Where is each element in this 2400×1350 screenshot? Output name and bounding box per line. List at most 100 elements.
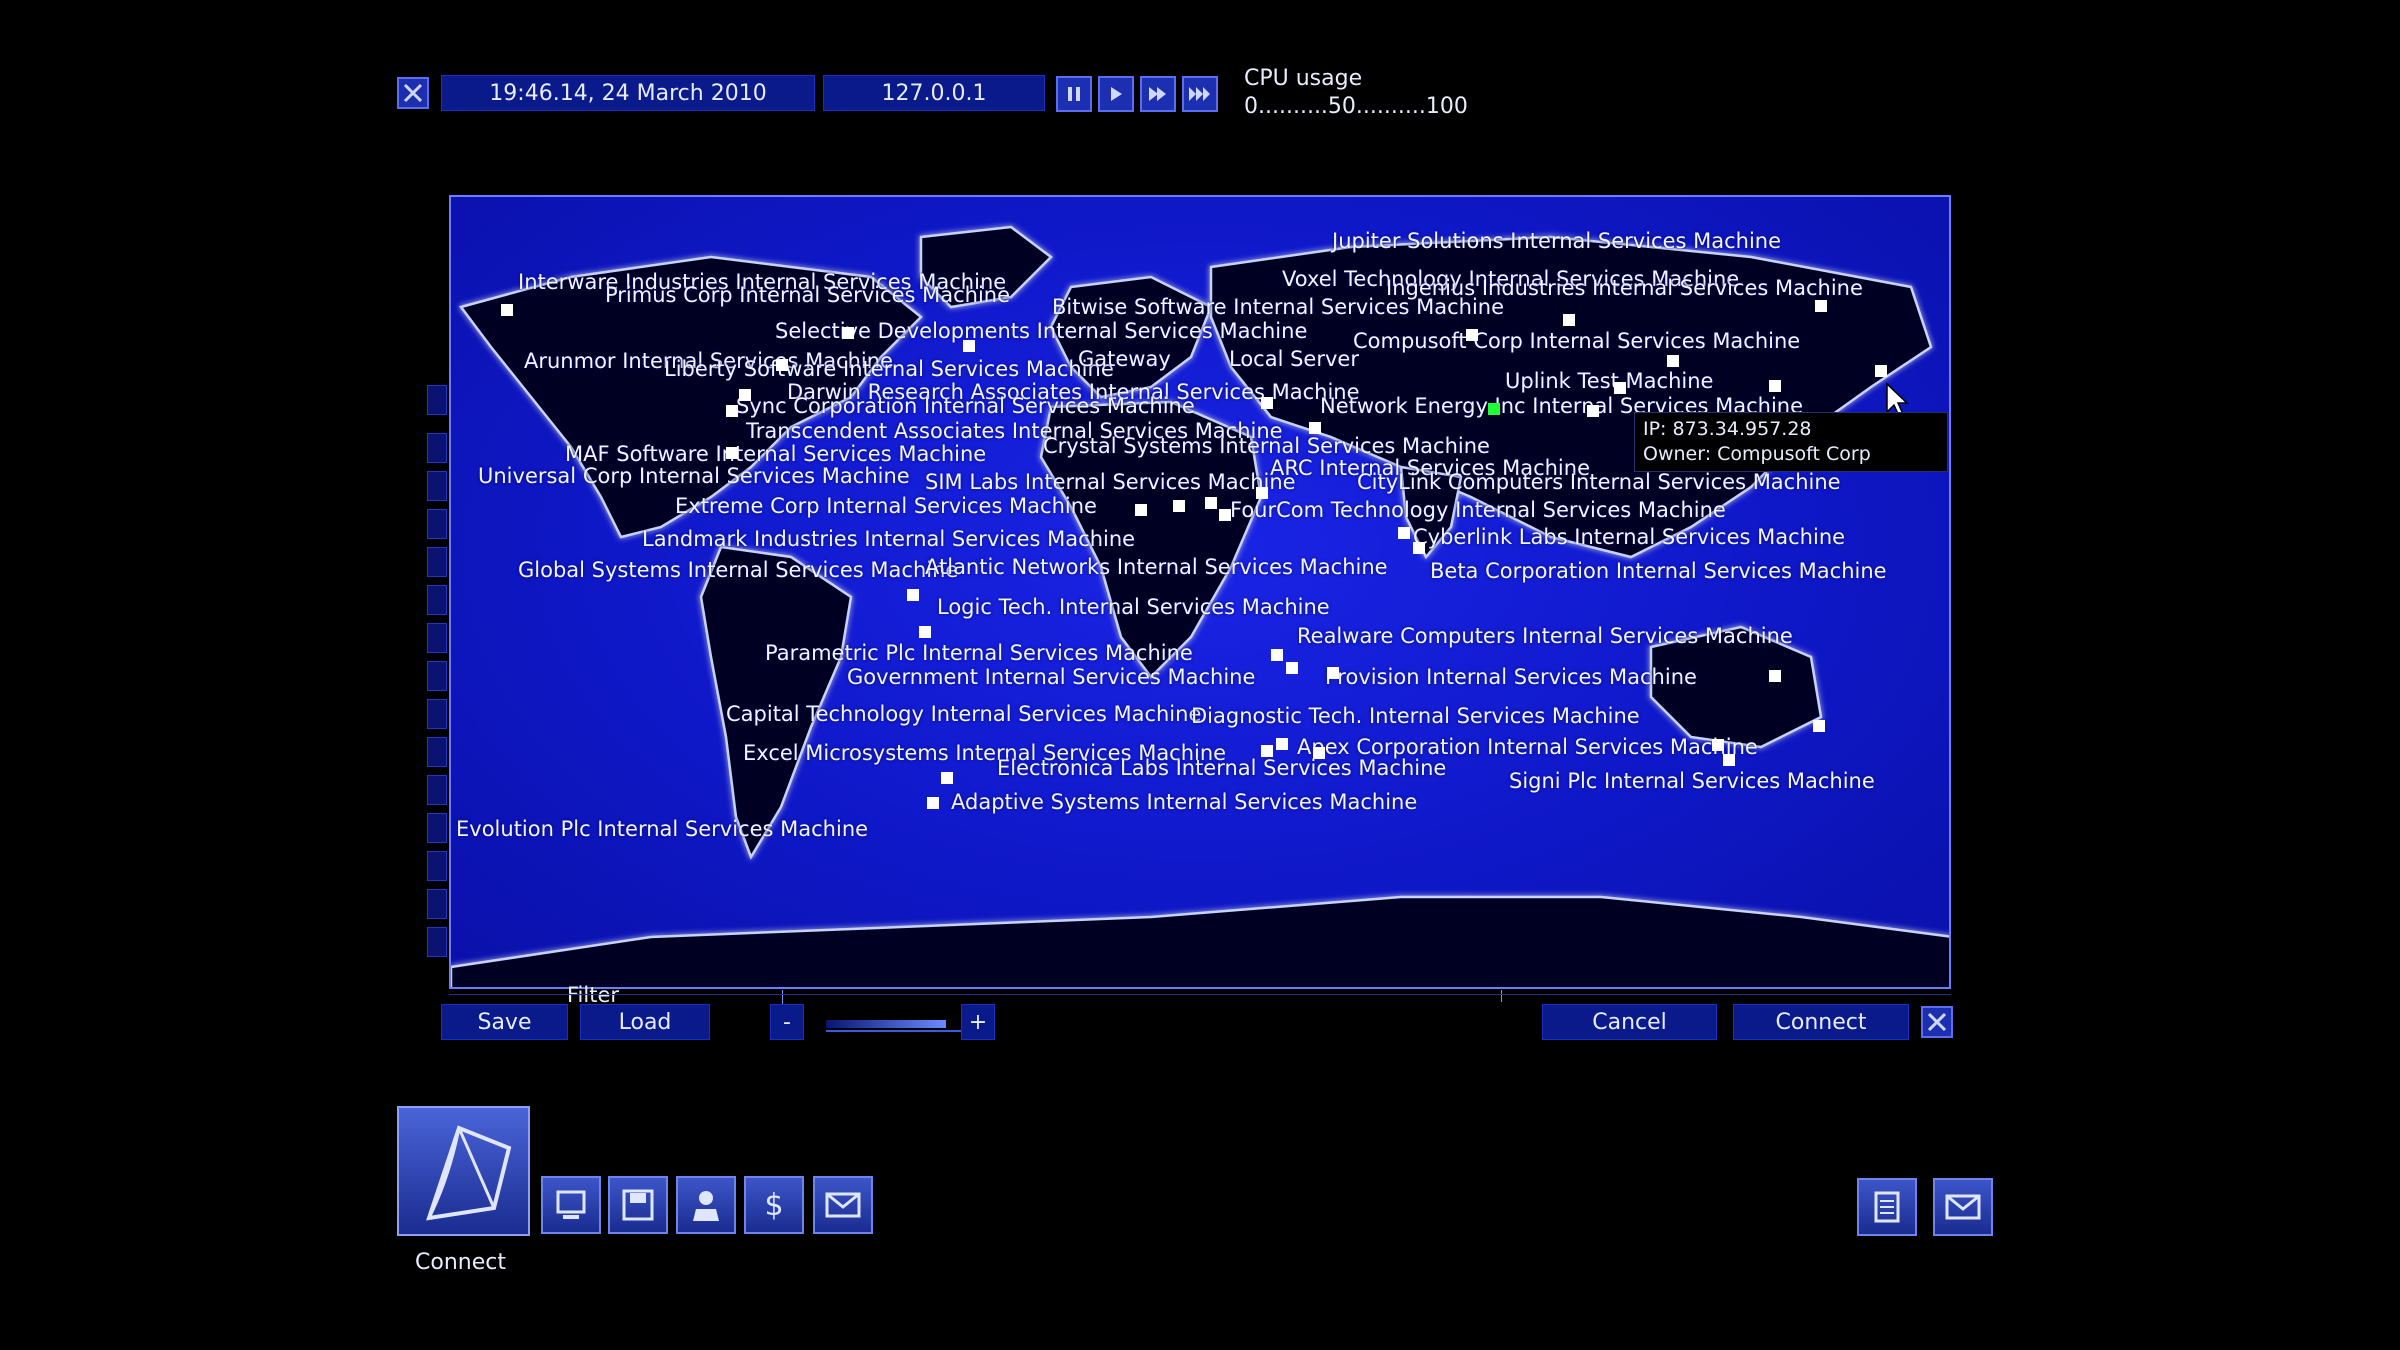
server-node[interactable] <box>1667 355 1679 367</box>
server-label[interactable]: Gateway <box>1078 347 1171 371</box>
server-node[interactable] <box>927 797 939 809</box>
server-node[interactable] <box>1205 497 1217 509</box>
world-map[interactable]: Jupiter Solutions Internal Services Mach… <box>449 195 1951 989</box>
side-tab[interactable] <box>427 585 447 615</box>
server-label[interactable]: Compusoft Corp Internal Services Machine <box>1353 329 1800 353</box>
side-tab[interactable] <box>427 737 447 767</box>
server-node[interactable] <box>1173 500 1185 512</box>
side-tab[interactable] <box>427 547 447 577</box>
side-tab[interactable] <box>427 509 447 539</box>
server-node[interactable] <box>726 447 738 459</box>
server-label[interactable]: Parametric Plc Internal Services Machine <box>765 641 1193 665</box>
server-label[interactable]: Provision Internal Services Machine <box>1325 665 1697 689</box>
play-icon[interactable] <box>1098 76 1134 112</box>
pause-icon[interactable] <box>1056 76 1092 112</box>
server-label[interactable]: Jupiter Solutions Internal Services Mach… <box>1332 229 1781 253</box>
mail-icon[interactable] <box>813 1176 873 1234</box>
server-label[interactable]: Beta Corporation Internal Services Machi… <box>1430 559 1887 583</box>
server-label[interactable]: Bitwise Software Internal Services Machi… <box>1052 295 1504 319</box>
server-node[interactable] <box>1219 509 1231 521</box>
connect-dish-icon[interactable] <box>397 1106 530 1236</box>
server-node[interactable] <box>1813 720 1825 732</box>
zoom-in-button[interactable]: + <box>961 1004 995 1040</box>
server-label[interactable]: Uplink Test Machine <box>1505 369 1713 393</box>
side-tab[interactable] <box>427 385 447 415</box>
server-label[interactable]: Cyberlink Labs Internal Services Machine <box>1413 525 1845 549</box>
server-label[interactable]: Diagnostic Tech. Internal Services Machi… <box>1191 704 1640 728</box>
server-label[interactable]: CityLink Computers Internal Services Mac… <box>1357 470 1841 494</box>
server-node[interactable] <box>1614 382 1626 394</box>
server-label[interactable]: Evolution Plc Internal Services Machine <box>456 817 868 841</box>
server-node[interactable] <box>1398 527 1410 539</box>
server-node[interactable] <box>1256 487 1268 499</box>
server-node[interactable] <box>963 340 975 352</box>
load-button[interactable]: Load <box>580 1004 710 1040</box>
server-label[interactable]: Local Server <box>1229 347 1359 371</box>
side-tab[interactable] <box>427 851 447 881</box>
server-label[interactable]: Selective Developments Internal Services… <box>775 319 1307 343</box>
side-tab[interactable] <box>427 699 447 729</box>
server-node[interactable] <box>1261 745 1273 757</box>
server-label[interactable]: Signi Plc Internal Services Machine <box>1509 769 1875 793</box>
save-button[interactable]: Save <box>441 1004 568 1040</box>
server-node[interactable] <box>1815 300 1827 312</box>
server-node[interactable] <box>1135 504 1147 516</box>
server-node[interactable] <box>1327 667 1339 679</box>
server-node[interactable] <box>1413 542 1425 554</box>
server-node[interactable] <box>1286 662 1298 674</box>
server-node[interactable] <box>1276 738 1288 750</box>
server-node[interactable] <box>1875 365 1887 377</box>
server-node[interactable] <box>1271 649 1283 661</box>
side-tab[interactable] <box>427 433 447 463</box>
server-node[interactable] <box>1587 405 1599 417</box>
server-label[interactable]: Electronica Labs Internal Services Machi… <box>997 756 1446 780</box>
server-label[interactable]: Landmark Industries Internal Services Ma… <box>642 527 1135 551</box>
cancel-button[interactable]: Cancel <box>1542 1004 1717 1040</box>
server-node[interactable] <box>842 327 854 339</box>
server-label[interactable]: Realware Computers Internal Services Mac… <box>1297 624 1793 648</box>
finance-icon[interactable]: $ <box>744 1176 804 1234</box>
server-node[interactable] <box>726 405 738 417</box>
server-label[interactable]: Government Internal Services Machine <box>847 665 1255 689</box>
server-label[interactable]: Sync Corporation Internal Services Machi… <box>736 394 1195 418</box>
side-tab[interactable] <box>427 661 447 691</box>
server-node[interactable] <box>1723 754 1735 766</box>
server-label[interactable]: Primus Corp Internal Services Machine <box>605 283 1010 307</box>
server-label[interactable]: SIM Labs Internal Services Machine <box>925 470 1296 494</box>
server-node[interactable] <box>1769 380 1781 392</box>
computer-icon[interactable] <box>541 1176 601 1234</box>
server-node[interactable] <box>919 626 931 638</box>
server-node[interactable] <box>1712 739 1724 751</box>
server-label[interactable]: Logic Tech. Internal Services Machine <box>937 595 1330 619</box>
server-label[interactable]: Adaptive Systems Internal Services Machi… <box>951 790 1417 814</box>
server-label[interactable]: Universal Corp Internal Services Machine <box>478 464 910 488</box>
server-node[interactable] <box>1466 329 1478 341</box>
server-label[interactable]: Global Systems Internal Services Machine <box>518 558 958 582</box>
side-tab[interactable] <box>427 889 447 919</box>
server-node[interactable] <box>941 772 953 784</box>
connect-button[interactable]: Connect <box>1733 1004 1909 1040</box>
server-label[interactable]: Extreme Corp Internal Services Machine <box>675 494 1097 518</box>
server-node[interactable] <box>1261 397 1273 409</box>
server-label[interactable]: FourCom Technology Internal Services Mac… <box>1230 498 1726 522</box>
server-node[interactable] <box>1313 747 1325 759</box>
server-node[interactable] <box>501 304 513 316</box>
server-node[interactable] <box>1769 670 1781 682</box>
side-tab[interactable] <box>427 813 447 843</box>
server-label[interactable]: Atlantic Networks Internal Services Mach… <box>925 555 1388 579</box>
zoom-out-button[interactable]: - <box>770 1004 804 1040</box>
server-node[interactable] <box>1309 422 1321 434</box>
save-disk-icon[interactable] <box>608 1176 668 1234</box>
server-node[interactable] <box>1563 314 1575 326</box>
server-label[interactable]: Liberty Software Internal Services Machi… <box>664 357 1114 381</box>
server-label[interactable]: Crystal Systems Internal Services Machin… <box>1043 434 1490 458</box>
side-tab[interactable] <box>427 471 447 501</box>
server-node[interactable] <box>907 589 919 601</box>
person-icon[interactable] <box>676 1176 736 1234</box>
close-icon[interactable] <box>1921 1006 1953 1038</box>
side-tab[interactable] <box>427 927 447 957</box>
zoom-slider[interactable] <box>826 1012 962 1032</box>
document-icon[interactable] <box>1857 1178 1917 1236</box>
server-label[interactable]: Capital Technology Internal Services Mac… <box>726 702 1201 726</box>
server-node[interactable] <box>739 389 751 401</box>
